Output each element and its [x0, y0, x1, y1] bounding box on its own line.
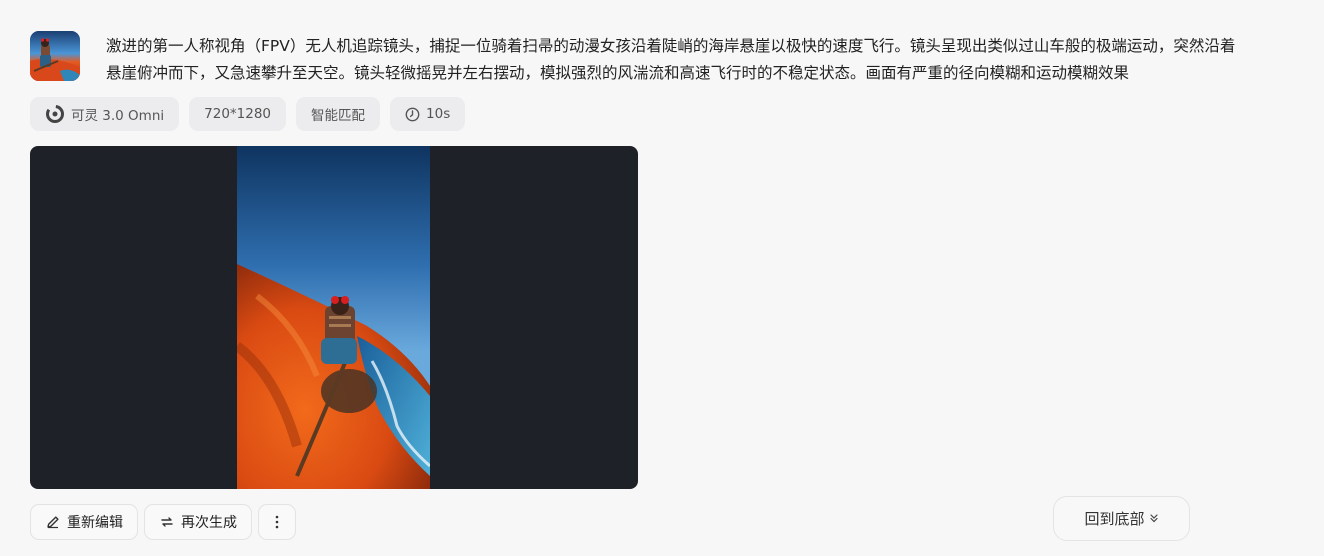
result-actions: 重新编辑 再次生成 [30, 504, 296, 540]
prompt-thumbnail[interactable] [30, 31, 80, 81]
repeat-icon [159, 514, 175, 530]
prompt-text: 激进的第一人称视角（FPV）无人机追踪镜头，捕捉一位骑着扫帚的动漫女孩沿着陡峭的… [106, 37, 1236, 82]
resolution-tag: 720*1280 [189, 97, 287, 131]
scroll-to-bottom-label: 回到底部 [1084, 511, 1145, 528]
edit-again-button[interactable]: 重新编辑 [30, 504, 138, 540]
clock-icon [405, 107, 420, 122]
model-label: 可灵 3.0 Omni [71, 108, 165, 124]
generation-tags: 可灵 3.0 Omni 720*1280 智能匹配 10s [30, 97, 466, 131]
regenerate-button[interactable]: 再次生成 [144, 504, 252, 540]
resolution-label: 720*1280 [204, 106, 272, 122]
kling-logo-icon [45, 104, 65, 124]
duration-label: 10s [426, 106, 451, 122]
model-tag: 可灵 3.0 Omni [30, 97, 180, 131]
mode-label: 智能匹配 [311, 108, 366, 124]
pencil-icon [45, 514, 61, 530]
edit-again-label: 重新编辑 [67, 514, 123, 530]
duration-tag: 10s [390, 97, 466, 131]
chevron-down-double-icon [1149, 510, 1159, 527]
scroll-to-bottom-button[interactable]: 回到底部 [1053, 496, 1190, 541]
regenerate-label: 再次生成 [181, 514, 237, 530]
thumbnail-image [30, 31, 80, 81]
mode-tag: 智能匹配 [296, 97, 381, 131]
generation-card: 激进的第一人称视角（FPV）无人机追踪镜头，捕捉一位骑着扫帚的动漫女孩沿着陡峭的… [0, 0, 1324, 556]
video-frame [237, 146, 430, 489]
more-options-button[interactable] [258, 504, 296, 540]
video-player[interactable] [30, 146, 638, 489]
more-vertical-icon [275, 515, 279, 529]
